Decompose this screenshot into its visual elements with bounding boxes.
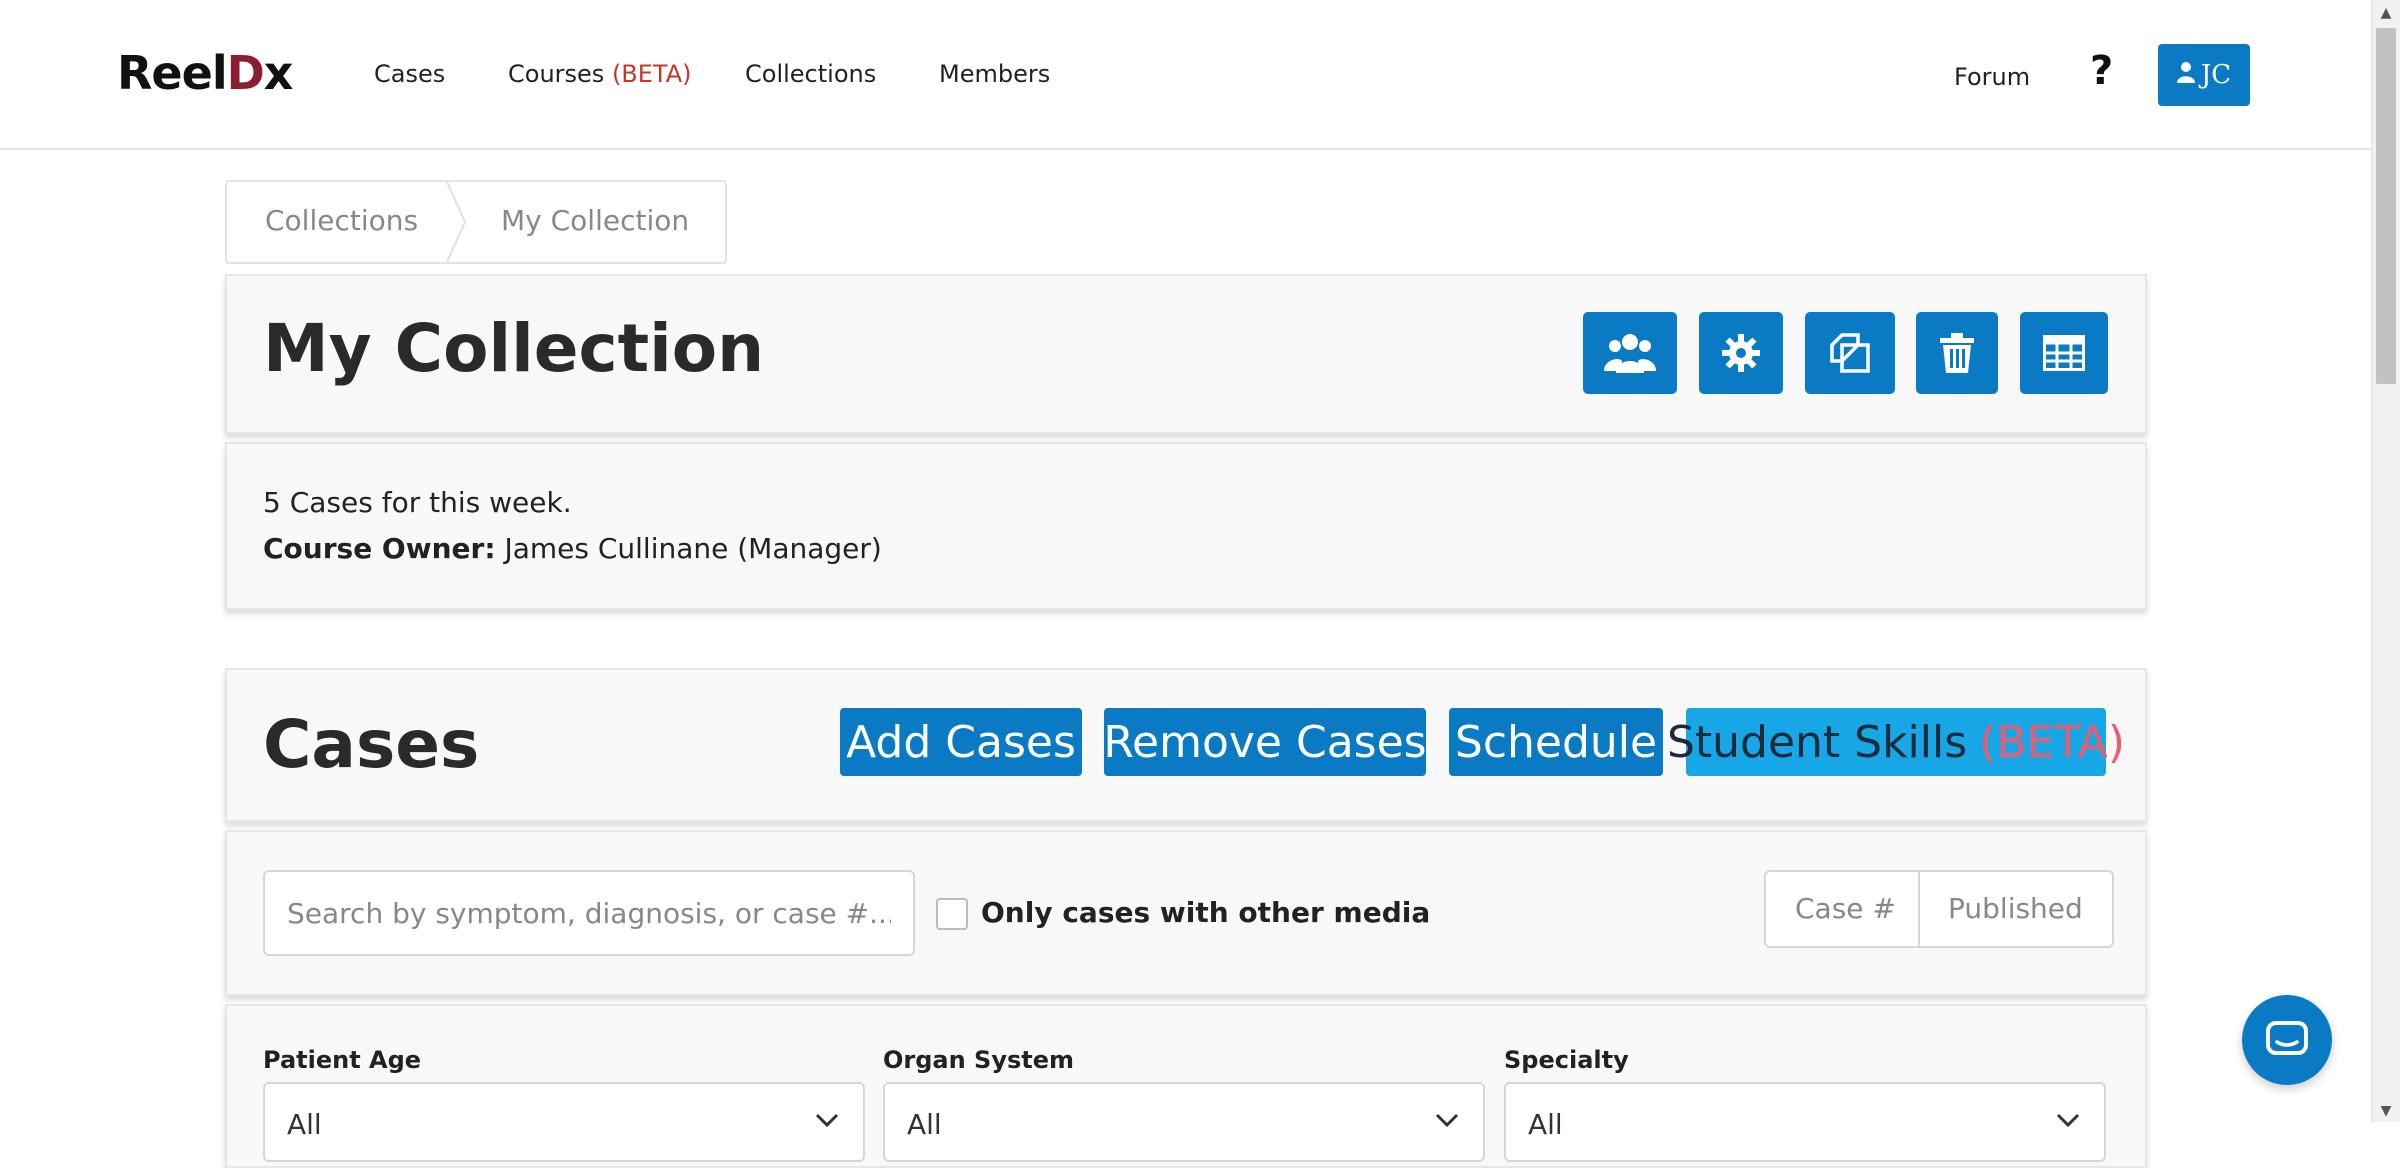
case-search-input[interactable] <box>263 870 915 956</box>
breadcrumb-collections[interactable]: Collections <box>265 204 418 237</box>
organ-system-label: Organ System <box>883 1046 1075 1074</box>
course-owner-label: Course Owner: <box>263 532 496 565</box>
course-owner: Course Owner: James Cullinane (Manager) <box>263 532 882 565</box>
page-title: My Collection <box>263 310 765 387</box>
specialty-label: Specialty <box>1504 1046 1629 1074</box>
patient-age-select[interactable]: All <box>263 1082 865 1162</box>
nav-link-cases[interactable]: Cases <box>374 60 445 88</box>
chevron-down-icon <box>1435 1113 1459 1128</box>
settings-button[interactable] <box>1699 312 1783 394</box>
user-menu-button[interactable]: JC <box>2158 44 2250 106</box>
cases-header-panel: Cases Add Cases Remove Cases Schedule St… <box>225 668 2147 822</box>
beta-badge: (BETA) <box>611 60 692 88</box>
cases-title: Cases <box>263 706 480 783</box>
only-media-checkbox[interactable] <box>936 898 968 930</box>
patient-age-label: Patient Age <box>263 1046 422 1074</box>
logo-text-part1: Reel <box>117 46 228 100</box>
table-icon <box>2043 335 2085 371</box>
scroll-up-arrow-icon[interactable]: ▲ <box>2372 2 2400 24</box>
remove-cases-button[interactable]: Remove Cases <box>1103 708 1427 776</box>
top-navbar: ReelDx Cases Courses (BETA) Collections … <box>0 0 2372 150</box>
users-icon <box>1604 334 1656 373</box>
breadcrumb-separator-icon <box>446 182 467 262</box>
chat-launcher-button[interactable] <box>2242 995 2332 1085</box>
course-owner-value: James Cullinane (Manager) <box>504 532 882 565</box>
breadcrumb-my-collection[interactable]: My Collection <box>501 204 689 237</box>
collection-description: 5 Cases for this week. <box>263 486 572 519</box>
student-skills-button[interactable]: Student Skills (BETA) <box>1667 708 2125 776</box>
table-view-button[interactable] <box>2020 312 2108 394</box>
student-skills-label: Student Skills <box>1666 716 1968 768</box>
logo-text-part2: D <box>226 46 265 100</box>
sort-case-number[interactable]: Case # <box>1795 892 1896 925</box>
copy-icon <box>1830 333 1870 373</box>
sort-toggle-group: Case # Published <box>1764 870 2114 948</box>
gear-icon <box>1722 334 1760 372</box>
specialty-value: All <box>1528 1108 1563 1141</box>
filters-panel: Patient Age All Organ System All Special… <box>225 1004 2147 1168</box>
nav-link-members[interactable]: Members <box>939 60 1050 88</box>
logo-text-part3: x <box>263 46 294 100</box>
schedule-button[interactable]: Schedule <box>1449 708 1663 776</box>
scroll-thumb[interactable] <box>2376 28 2396 384</box>
scroll-down-arrow-icon[interactable]: ▼ <box>2372 1100 2400 1122</box>
beta-badge: (BETA) <box>1979 716 2126 768</box>
specialty-select[interactable]: All <box>1504 1082 2106 1162</box>
duplicate-button[interactable] <box>1805 312 1895 394</box>
reeldx-logo[interactable]: ReelDx <box>117 46 294 100</box>
collection-info-panel: 5 Cases for this week. Course Owner: Jam… <box>225 442 2147 610</box>
members-button[interactable] <box>1583 312 1677 394</box>
add-cases-button[interactable]: Add Cases <box>840 708 1082 776</box>
help-icon[interactable]: ? <box>2090 48 2113 94</box>
chat-icon <box>2266 1021 2308 1055</box>
sort-published[interactable]: Published <box>1948 892 2083 925</box>
user-initials: JC <box>2200 60 2232 90</box>
only-media-label: Only cases with other media <box>981 896 1431 929</box>
organ-system-select[interactable]: All <box>883 1082 1485 1162</box>
nav-link-collections[interactable]: Collections <box>745 60 876 88</box>
chevron-down-icon <box>2056 1113 2080 1128</box>
page-scrollbar[interactable]: ▲ ▼ <box>2371 0 2400 1122</box>
trash-icon <box>1940 333 1974 373</box>
sort-divider <box>1918 872 1920 946</box>
nav-link-courses[interactable]: Courses (BETA) <box>508 60 692 88</box>
nav-link-courses-label: Courses <box>508 60 605 88</box>
chevron-down-icon <box>815 1113 839 1128</box>
delete-button[interactable] <box>1916 312 1998 394</box>
search-panel: Only cases with other media Case # Publi… <box>225 830 2147 996</box>
organ-system-value: All <box>907 1108 942 1141</box>
user-icon <box>2176 60 2195 90</box>
nav-link-forum[interactable]: Forum <box>1954 63 2030 91</box>
collection-header-panel: My Collection <box>225 274 2147 434</box>
patient-age-value: All <box>287 1108 322 1141</box>
breadcrumb: Collections My Collection <box>225 180 727 264</box>
